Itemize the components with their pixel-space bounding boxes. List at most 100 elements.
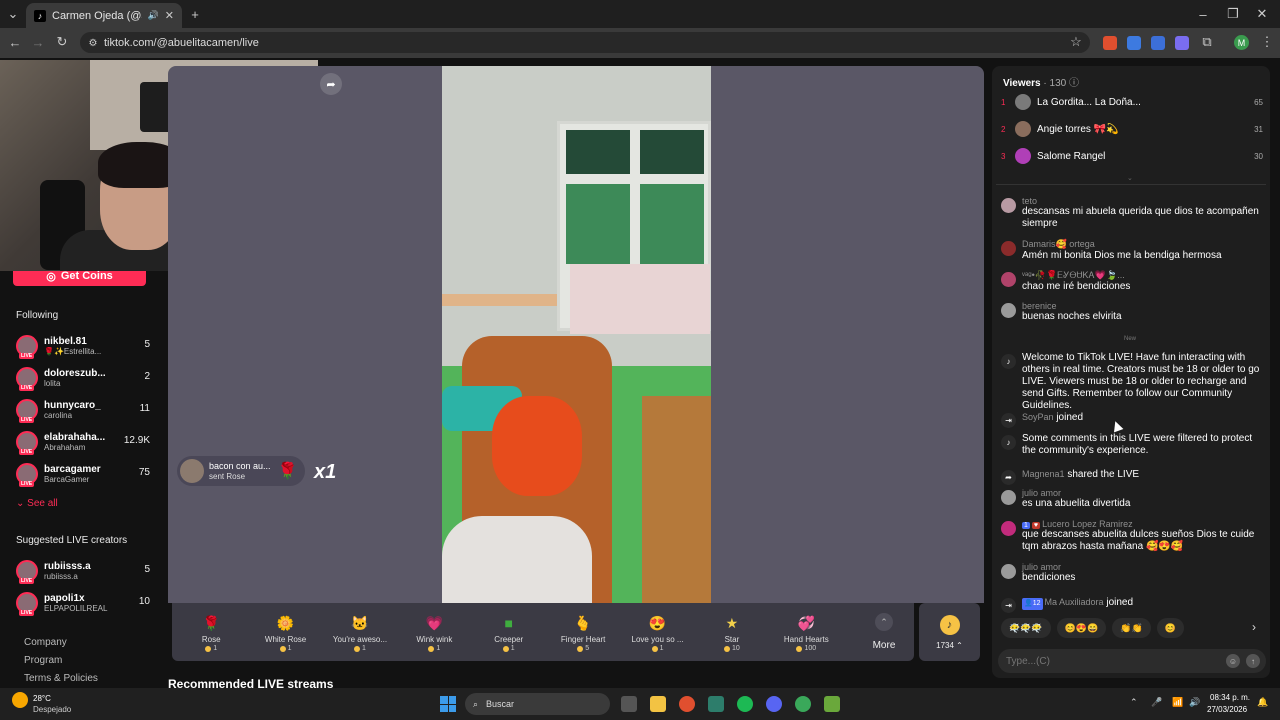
site-info-icon[interactable]: ⚙ [84,34,102,52]
top-viewer-row[interactable]: 3 Salome Rangel 30 [1001,145,1263,167]
chat-message: julio amor es una abuelita divertida [1001,488,1263,510]
bookmark-star-icon[interactable]: ☆ [1067,33,1085,51]
gift-item[interactable]: 🫰 Finger Heart 5 [546,612,620,653]
taskbar-search[interactable]: ⌕ Buscar [465,693,610,715]
discord-icon[interactable] [766,696,782,712]
more-gifts-button[interactable]: ⌃ More [868,613,900,651]
join-user[interactable]: SoyPan [1022,412,1054,422]
avatar [1001,198,1016,213]
gift-item[interactable]: ■ Creeper 1 [472,612,546,652]
close-window-icon[interactable]: ✕ [1253,5,1271,23]
live-badge: LIVE [19,353,35,359]
terminal-icon[interactable] [708,696,724,712]
suggested-name: rubiisss.a [44,561,91,572]
share-user[interactable]: Magnena1 [1022,469,1065,479]
back-icon[interactable]: ← [6,33,24,51]
chat-username[interactable]: Lucero Lopez Ramirez [1042,519,1133,529]
top-viewer-row[interactable]: 1 La Gordita... La Doña... 65 [1001,91,1263,113]
reload-icon[interactable]: ↻ [53,33,71,51]
microphone-icon[interactable]: 🎤 [1151,697,1162,708]
forward-icon[interactable]: → [29,33,47,51]
browser-menu-icon[interactable]: ⋮ [1258,33,1276,51]
browser-tab[interactable]: ♪ Carmen Ojeda (@abuelita… 🔊 ✕ [26,3,182,28]
address-bar[interactable]: tiktok.com/@abuelitacamen/live [80,32,1090,53]
quick-reaction[interactable]: 👏👏 [1112,618,1151,638]
translate-extension-icon[interactable] [1127,36,1141,50]
coin-balance-button[interactable]: ♪ 1734 ⌃ [919,603,980,661]
gift-item[interactable]: 🌹 Rose 1 [174,612,248,653]
quick-reaction[interactable]: 😊 [1156,618,1184,638]
gift-item[interactable]: 😍 Love you so ... 1 [620,612,694,653]
help-icon[interactable]: ⓘ [1069,78,1079,89]
minecraft-icon[interactable] [824,696,840,712]
chat-text-field[interactable] [1006,655,1220,667]
suggested-item[interactable]: LIVE rubiisss.a rubiisss.a 5 [16,558,150,584]
chat-username[interactable]: ᵛᵃᵍ•🥀🌹ᎬᎽᎾᏌᏦᎪ💗🍃... [1022,270,1263,281]
following-item[interactable]: LIVE elabrahaha... Abrahaham 12.9K [16,429,150,455]
spotify-icon[interactable] [737,696,753,712]
avatar [1001,272,1016,287]
app-icon[interactable] [795,696,811,712]
weather-icon[interactable] [12,692,28,708]
quick-reaction[interactable]: 😊😍😄 [1056,618,1107,638]
minimize-icon[interactable]: – [1194,5,1212,23]
expand-chevron-icon[interactable]: ⌄ [1127,174,1133,182]
tab-search-icon[interactable]: ⌄ [4,5,22,23]
clock-date[interactable]: 27/03/2026 [1207,705,1247,714]
chat-username[interactable]: teto [1022,196,1263,206]
share-icon[interactable]: ➦ [320,73,342,95]
profile-avatar[interactable]: M [1234,35,1249,50]
gift-item[interactable]: 🐱 You're aweso... 1 [323,612,397,653]
extension-icon[interactable] [1103,36,1117,50]
clock-time[interactable]: 08:34 p. m. [1210,693,1250,702]
chat-message: berenice buenas noches elvirita [1001,301,1263,323]
chat-username[interactable]: julio amor [1022,488,1061,498]
shield-extension-icon[interactable] [1151,36,1165,50]
chat-username[interactable]: julio amor [1022,562,1061,572]
following-item[interactable]: LIVE hunnycaro_ carolina 11 [16,397,150,423]
live-video[interactable] [442,66,711,603]
following-item[interactable]: LIVE doloreszub... lolita 2 [16,365,150,391]
gift-item[interactable]: 🌼 White Rose 1 [248,612,322,653]
speaker-icon[interactable]: 🔊 [148,10,159,21]
emoji-icon[interactable]: ☺ [1226,654,1240,668]
top-viewer-row[interactable]: 2 Angie torres 🎀💫 31 [1001,118,1263,140]
windows-start-icon[interactable] [440,696,456,712]
close-tab-icon[interactable]: ✕ [165,9,174,22]
quick-reaction[interactable]: 😶‍🌫️😶‍🌫️😶‍🌫️ [1001,618,1051,638]
send-icon[interactable]: ↑ [1246,654,1260,668]
new-tab-icon[interactable]: + [186,5,204,23]
footer-link-company[interactable]: Company [24,637,67,648]
chevron-up-icon: ⌃ [875,613,893,631]
viewers-header[interactable]: Viewers · 130 ⓘ [1003,74,1079,89]
chevron-right-icon[interactable]: › [1252,620,1256,634]
extension-icon-2[interactable] [1175,36,1189,50]
chat-input[interactable]: ☺ ↑ [998,649,1266,673]
volume-icon[interactable]: 🔊 [1189,697,1200,708]
maximize-icon[interactable]: ❐ [1224,5,1242,23]
notification-icon[interactable]: 🔔 [1257,697,1268,708]
see-all-link[interactable]: ⌄ See all [16,498,58,509]
following-item[interactable]: LIVE nikbel.81 🌹✨Estrellita... 5 [16,333,150,359]
new-messages-divider: New [1124,336,1137,342]
gift-price-row: 1 [502,645,515,652]
file-explorer-icon[interactable] [650,696,666,712]
following-item[interactable]: LIVE barcagamer BarcaGamer 75 [16,461,150,487]
wifi-icon[interactable]: 📶 [1172,697,1183,708]
join-user[interactable]: Ma Auxiliadora [1045,597,1104,607]
gift-item[interactable]: 💗 Wink wink 1 [397,612,471,653]
gift-item[interactable]: ★ Star 10 [695,612,769,652]
chat-username[interactable]: berenice [1022,301,1263,311]
chrome-icon[interactable] [679,696,695,712]
following-subtitle: BarcaGamer [44,475,90,484]
system-filtered-text: Some comments in this LIVE were filtered… [1022,433,1253,456]
suggested-item[interactable]: LIVE papoli1x ELPAPOLILREAL 10 [16,590,150,616]
footer-link-program[interactable]: Program [24,655,62,666]
chat-username[interactable]: Damaris🥰 ortega [1022,239,1263,250]
task-view-icon[interactable] [621,696,637,712]
gift-item[interactable]: 💞 Hand Hearts 100 [769,612,843,653]
chat-text: Amén mi bonita Dios me la bendiga hermos… [1022,250,1222,261]
chevron-up-icon[interactable]: ⌃ [1130,697,1138,708]
footer-link-terms[interactable]: Terms & Policies [24,673,98,684]
extensions-puzzle-icon[interactable]: ⧉ [1198,33,1216,51]
